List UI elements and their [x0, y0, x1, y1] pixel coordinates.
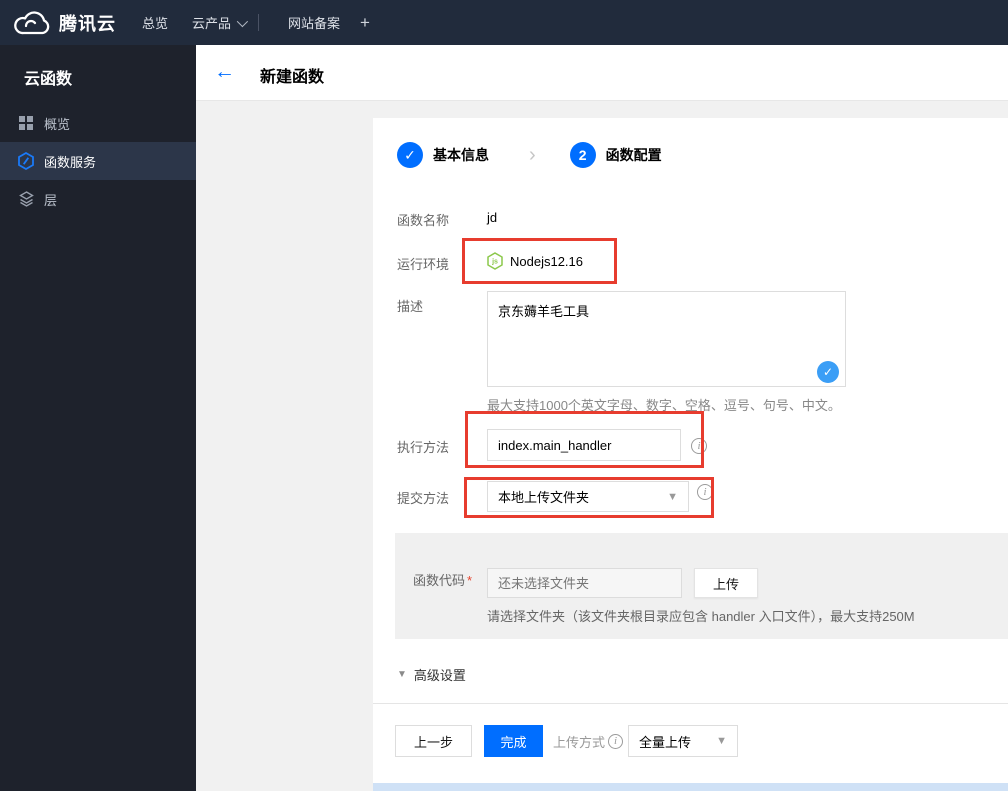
advanced-settings-toggle[interactable]: ▼ 高级设置 — [397, 665, 466, 684]
stepper: ✓ 基本信息 › 2 函数配置 — [397, 142, 662, 168]
upload-mode-value: 全量上传 — [639, 734, 692, 750]
folder-path-input[interactable] — [487, 568, 682, 598]
create-function-card: ✓ 基本信息 › 2 函数配置 函数名称 jd 运行环境 js Nodejs12… — [373, 118, 1008, 783]
bottom-strip — [373, 783, 1008, 791]
function-code-label-text: 函数代码 — [413, 573, 466, 588]
function-name-label: 函数名称 — [397, 213, 450, 228]
runtime-label: 运行环境 — [397, 257, 450, 272]
submit-method-value: 本地上传文件夹 — [498, 490, 590, 505]
footer-divider — [373, 703, 1008, 704]
upload-mode-label: 上传方式 i — [553, 732, 624, 751]
nodejs-icon: js — [487, 252, 503, 270]
brand-home-link[interactable]: 腾讯云 — [14, 0, 116, 45]
caret-down-icon: ▼ — [667, 490, 678, 503]
step-2-label: 函数配置 — [605, 147, 662, 163]
required-asterisk: * — [467, 573, 473, 588]
function-name-value: jd — [487, 210, 498, 225]
description-label: 描述 — [397, 299, 424, 314]
submit-method-select[interactable]: 本地上传文件夹 ▼ — [487, 481, 689, 512]
grid-icon — [18, 114, 34, 132]
valid-check-icon: ✓ — [817, 361, 839, 383]
step-2-number: 2 — [569, 142, 596, 168]
description-textarea[interactable]: 京东薅羊毛工具 — [487, 291, 846, 387]
page-title: 新建函数 — [260, 69, 325, 86]
sidebar-item-label: 函数服务 — [44, 154, 97, 170]
layers-icon — [18, 190, 34, 208]
hexagon-function-icon — [18, 152, 34, 170]
topnav-overview[interactable]: 总览 — [142, 0, 168, 45]
sidebar-title: 云函数 — [24, 71, 73, 88]
svg-text:js: js — [491, 259, 498, 266]
sidebar: 云函数 概览 函数服务 层 — [0, 45, 196, 791]
description-hint: 最大支持1000个英文字母、数字、空格、逗号、句号、中文。 — [487, 398, 841, 413]
finish-button[interactable]: 完成 — [484, 725, 543, 757]
sidebar-item-label: 概览 — [44, 116, 71, 132]
advanced-settings-label: 高级设置 — [413, 668, 466, 683]
page: 腾讯云 总览 云产品 网站备案 + 云函数 概览 函数服务 层 ← 新建函数 ✓… — [0, 0, 1008, 791]
sidebar-menu: 概览 函数服务 层 — [0, 104, 196, 218]
caret-down-icon: ▼ — [716, 735, 727, 747]
topnav-products[interactable]: 云产品 — [192, 0, 249, 45]
handler-info-icon[interactable]: i — [691, 438, 707, 454]
step-arrow-icon: › — [529, 143, 536, 166]
submit-method-info-icon[interactable]: i — [697, 484, 713, 500]
runtime-value-row: js Nodejs12.16 — [487, 252, 583, 270]
runtime-value: Nodejs12.16 — [510, 253, 583, 269]
previous-step-button[interactable]: 上一步 — [395, 725, 472, 757]
topnav-icp[interactable]: 网站备案 — [288, 0, 340, 45]
page-header: ← 新建函数 — [196, 45, 1008, 101]
sidebar-item-label: 层 — [44, 192, 58, 208]
step-1-label: 基本信息 — [433, 147, 489, 163]
add-tab-button[interactable]: + — [360, 0, 370, 45]
function-code-section: 函数代码* 上传 请选择文件夹（该文件夹根目录应包含 handler 入口文件）… — [395, 533, 1008, 639]
step-1-check-icon: ✓ — [397, 142, 423, 168]
handler-input[interactable] — [487, 429, 681, 461]
upload-button[interactable]: 上传 — [694, 568, 758, 598]
submit-method-label: 提交方法 — [397, 491, 450, 506]
sidebar-item-layers[interactable]: 层 — [0, 180, 196, 218]
topbar: 腾讯云 总览 云产品 网站备案 + — [0, 0, 1008, 45]
upload-mode-select[interactable]: 全量上传 ▼ — [628, 725, 738, 757]
upload-mode-info-icon[interactable]: i — [608, 734, 624, 749]
function-code-hint: 请选择文件夹（该文件夹根目录应包含 handler 入口文件），最大支持250M — [487, 609, 915, 624]
upload-mode-label-text: 上传方式 — [553, 735, 606, 750]
back-button[interactable]: ← — [214, 59, 235, 85]
function-code-label: 函数代码 * — [413, 570, 472, 589]
tencent-cloud-logo-icon — [14, 11, 50, 35]
brand-name: 腾讯云 — [59, 13, 116, 34]
sidebar-item-function-service[interactable]: 函数服务 — [0, 142, 196, 180]
handler-label: 执行方法 — [397, 440, 450, 455]
topnav-divider — [258, 14, 259, 31]
triangle-down-icon: ▼ — [397, 669, 407, 680]
chevron-down-icon — [236, 15, 249, 27]
sidebar-item-overview[interactable]: 概览 — [0, 104, 196, 142]
topnav-products-label: 云产品 — [192, 16, 232, 31]
